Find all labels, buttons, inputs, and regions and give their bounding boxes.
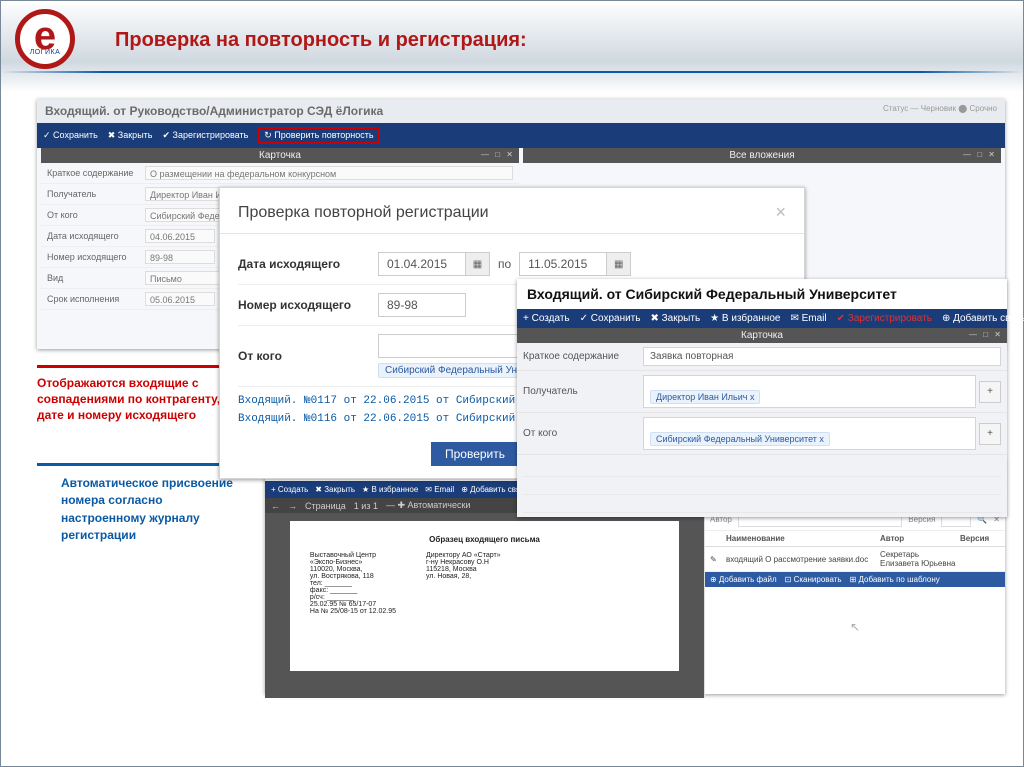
val-recipient[interactable]: Директор Иван Ильич х <box>643 375 976 408</box>
empty-area: ↖ <box>705 587 1005 667</box>
btn-close[interactable]: ✖ Закрыть <box>315 485 355 494</box>
title-underline <box>1 71 1023 73</box>
doc-left-col: Выставочный Центр «Экспо-Бизнес» 110020,… <box>310 552 396 615</box>
btn-addlink[interactable]: ⊕ Добавить связь <box>942 313 1024 324</box>
card-header: Карточка— □ ✕ <box>517 328 1007 343</box>
btn-save[interactable]: ✓ Сохранить <box>580 313 641 324</box>
val-summary[interactable]: О размещении на федеральном конкурсном <box>145 166 513 180</box>
zoom[interactable]: — ✚ Автоматически <box>386 500 470 511</box>
modal-title: Проверка повторной регистрации <box>238 204 489 222</box>
btn-close[interactable]: ✖ Закрыть <box>650 313 700 324</box>
lbl-due: Срок исполнения <box>47 294 145 304</box>
attachments-header: Все вложения— □ ✕ <box>523 148 1001 163</box>
attachment-toolbar: ⊕ Добавить файл ⊡ Сканировать ⊞ Добавить… <box>705 572 1005 587</box>
doc-viewer[interactable]: Образец входящего письма Выставочный Цен… <box>265 513 704 698</box>
btn-scan[interactable]: ⊡ Сканировать <box>785 575 842 584</box>
doc-title: Образец входящего письма <box>310 535 659 544</box>
btn-create[interactable]: + Создать <box>271 485 308 494</box>
plus-icon[interactable]: + <box>979 423 1001 445</box>
doc-right-col: Директору АО «Старт» г-ну Некрасову О.Н … <box>426 552 501 615</box>
btn-fav[interactable]: ★ В избранное <box>710 313 780 324</box>
lbl-to: по <box>498 257 511 271</box>
lbl-kind: Вид <box>47 273 145 283</box>
btn-email[interactable]: ✉ Email <box>790 313 826 324</box>
card-window: Входящий. от Сибирский Федеральный Униве… <box>517 279 1007 517</box>
btn-fav[interactable]: ★ В избранное <box>362 485 418 494</box>
date-from-input[interactable] <box>378 252 466 276</box>
val-outdate[interactable]: 04.06.2015 <box>145 229 215 243</box>
close-icon[interactable]: × <box>775 202 786 223</box>
lbl-page: Страница <box>305 501 346 511</box>
btn-email[interactable]: ✉ Email <box>425 485 454 494</box>
edit-icon[interactable]: ✎ <box>710 555 726 564</box>
logo <box>15 9 75 69</box>
toolbar: + Создать ✓ Сохранить ✖ Закрыть ★ В избр… <box>517 309 1007 328</box>
caption-autonum: Автоматическое присвоение номера согласн… <box>61 475 247 545</box>
lbl-from: От кого <box>523 428 643 439</box>
prev-icon[interactable]: ← <box>271 501 280 511</box>
red-divider <box>37 365 223 368</box>
window-status: Статус — Черновик ⬤ Срочно <box>883 104 997 118</box>
caption-matches: Отображаются входящие с совпадениями по … <box>37 375 223 424</box>
att-author: Секретарь Елизавета Юрьевна <box>880 550 960 568</box>
calendar-icon[interactable]: ▦ <box>607 252 631 276</box>
next-icon[interactable]: → <box>288 501 297 511</box>
btn-register[interactable]: ✔ Зарегистрировать <box>837 313 932 324</box>
lbl-from: От кого <box>238 349 378 363</box>
btn-create[interactable]: + Создать <box>523 313 570 324</box>
val-summary[interactable]: Заявка повторная <box>643 347 1001 366</box>
window-title: Входящий. от Руководство/Администратор С… <box>45 104 383 118</box>
toolbar: ✓ Сохранить ✖ Закрыть ✔ Зарегистрировать… <box>37 123 1005 148</box>
page-counter: 1 из 1 <box>354 501 378 511</box>
val-outnum[interactable]: 89-98 <box>145 250 215 264</box>
val-from[interactable]: Сибирский Федеральный Университет х <box>643 417 976 450</box>
attachment-row[interactable]: ✎ входящий О рассмотрение заявки.doc Сек… <box>705 547 1005 572</box>
lbl-outnum: Номер исходящего <box>47 252 145 262</box>
lbl-outnum: Номер исходящего <box>238 298 378 312</box>
outnum-input[interactable] <box>378 293 466 317</box>
lbl-outdate: Дата исходящего <box>47 231 145 241</box>
btn-add-template[interactable]: ⊞ Добавить по шаблону <box>850 575 940 584</box>
card-header: Карточка— □ ✕ <box>41 148 519 163</box>
page-title: Проверка на повторность и регистрация: <box>115 29 527 52</box>
lbl-summary: Краткое содержание <box>47 168 145 178</box>
btn-register[interactable]: ✔ Зарегистрировать <box>162 130 248 141</box>
window-title: Входящий. от Сибирский Федеральный Униве… <box>517 279 1007 309</box>
val-due[interactable]: 05.06.2015 <box>145 292 215 306</box>
lbl-recipient: Получатель <box>47 189 145 199</box>
col-name: Наименование <box>726 534 880 543</box>
calendar-icon[interactable]: ▦ <box>466 252 490 276</box>
btn-add-file[interactable]: ⊕ Добавить файл <box>710 575 777 584</box>
check-button[interactable]: Проверить <box>431 442 519 466</box>
btn-check-repeat[interactable]: ↻ Проверить повторность <box>258 127 379 144</box>
plus-icon[interactable]: + <box>979 381 1001 403</box>
col-version: Версия <box>960 534 1000 543</box>
col-icon <box>710 534 726 543</box>
btn-close[interactable]: ✖ Закрыть <box>108 130 153 141</box>
lbl-summary: Краткое содержание <box>523 351 643 362</box>
lbl-recipient: Получатель <box>523 386 643 397</box>
att-name: входящий О рассмотрение заявки.doc <box>726 555 880 564</box>
date-to-input[interactable] <box>519 252 607 276</box>
lbl-outdate: Дата исходящего <box>238 257 378 271</box>
col-author: Автор <box>880 534 960 543</box>
lbl-from: От кого <box>47 210 145 220</box>
btn-save[interactable]: ✓ Сохранить <box>43 130 98 141</box>
